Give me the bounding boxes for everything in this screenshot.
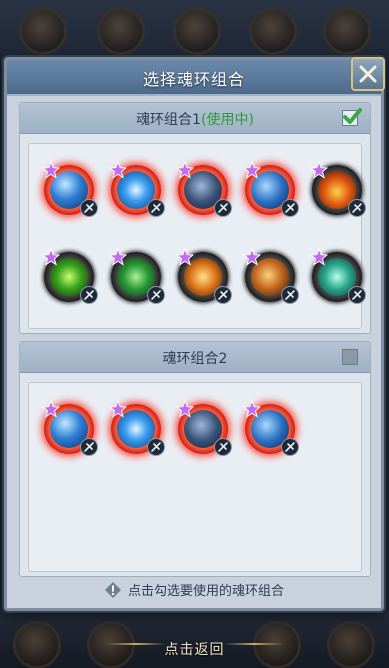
dialog-header: 选择魂环组合 [7, 60, 381, 96]
star-icon [109, 400, 127, 418]
background-avatar-icon [252, 10, 294, 52]
return-button[interactable]: 点击返回 [0, 639, 389, 659]
combo-header-1[interactable]: 魂环组合1(使用中) [20, 103, 370, 134]
combo-ring-grid-1 [28, 143, 366, 329]
lock-badge-icon [80, 438, 98, 456]
soul-ring-slot[interactable] [243, 248, 299, 304]
combo-title-1: 魂环组合1(使用中) [20, 109, 370, 129]
soul-ring-slot[interactable] [243, 400, 299, 456]
combo-label-1: 魂环组合1 [136, 112, 201, 128]
soul-ring-slot[interactable] [176, 400, 232, 456]
background-avatar-icon [100, 10, 142, 52]
soul-ring-slot[interactable] [243, 161, 299, 217]
lock-badge-icon [80, 286, 98, 304]
lock-badge-icon [147, 286, 165, 304]
lock-badge-icon [214, 286, 232, 304]
close-button[interactable] [351, 57, 385, 91]
background-avatar-icon [326, 10, 368, 52]
hint-text-row: 点击勾选要使用的魂环组合 [7, 580, 381, 599]
lock-badge-icon [281, 199, 299, 217]
soul-ring-slot[interactable] [42, 161, 98, 217]
close-icon [359, 65, 377, 83]
hint-text: 点击勾选要使用的魂环组合 [127, 584, 284, 599]
soul-ring-slot[interactable] [310, 248, 366, 304]
lock-badge-icon [147, 438, 165, 456]
combo-panel-1[interactable]: 魂环组合1(使用中) [19, 102, 371, 334]
lock-badge-icon [281, 438, 299, 456]
combo-panel-2[interactable]: 魂环组合2 [19, 341, 371, 577]
lock-badge-icon [214, 438, 232, 456]
lock-badge-icon [214, 199, 232, 217]
star-icon [176, 161, 194, 179]
star-icon [42, 248, 60, 266]
combo-label-2: 魂环组合2 [162, 351, 228, 367]
soul-ring-slot[interactable] [109, 161, 165, 217]
lock-badge-icon [80, 199, 98, 217]
background-avatar-icon [22, 10, 64, 52]
background-avatar-icon [176, 10, 218, 52]
star-icon [109, 161, 127, 179]
soul-ring-slot[interactable] [109, 248, 165, 304]
star-icon [176, 248, 194, 266]
soul-ring-slot[interactable] [176, 161, 232, 217]
star-icon [310, 248, 328, 266]
star-icon [109, 248, 127, 266]
lock-badge-icon [348, 286, 366, 304]
combo-title-2: 魂环组合2 [20, 348, 370, 368]
star-icon [42, 161, 60, 179]
star-icon [243, 400, 261, 418]
combo-checkbox-1[interactable] [342, 108, 362, 126]
star-icon [42, 400, 60, 418]
warning-icon [104, 582, 121, 598]
soul-ring-slot[interactable] [42, 400, 98, 456]
star-icon [310, 161, 328, 179]
soul-ring-combo-dialog: 选择魂环组合 魂环组合1(使用中) 魂环组合2 点击勾选要使用的魂环组合 [4, 57, 385, 611]
dialog-title: 选择魂环组合 [142, 70, 245, 89]
soul-ring-slot[interactable] [176, 248, 232, 304]
lock-badge-icon [147, 199, 165, 217]
combo-ring-grid-2 [28, 382, 362, 572]
soul-ring-slot[interactable] [310, 161, 366, 217]
star-icon [243, 161, 261, 179]
combo-checkbox-2[interactable] [342, 349, 358, 365]
star-icon [243, 248, 261, 266]
lock-badge-icon [281, 286, 299, 304]
combo-header-2[interactable]: 魂环组合2 [20, 342, 370, 373]
checkmark-icon [343, 108, 362, 124]
lock-badge-icon [348, 199, 366, 217]
background-top-bar [0, 0, 389, 60]
soul-ring-slot[interactable] [109, 400, 165, 456]
soul-ring-slot[interactable] [42, 248, 98, 304]
star-icon [176, 400, 194, 418]
combo-status-1: (使用中) [200, 112, 254, 128]
